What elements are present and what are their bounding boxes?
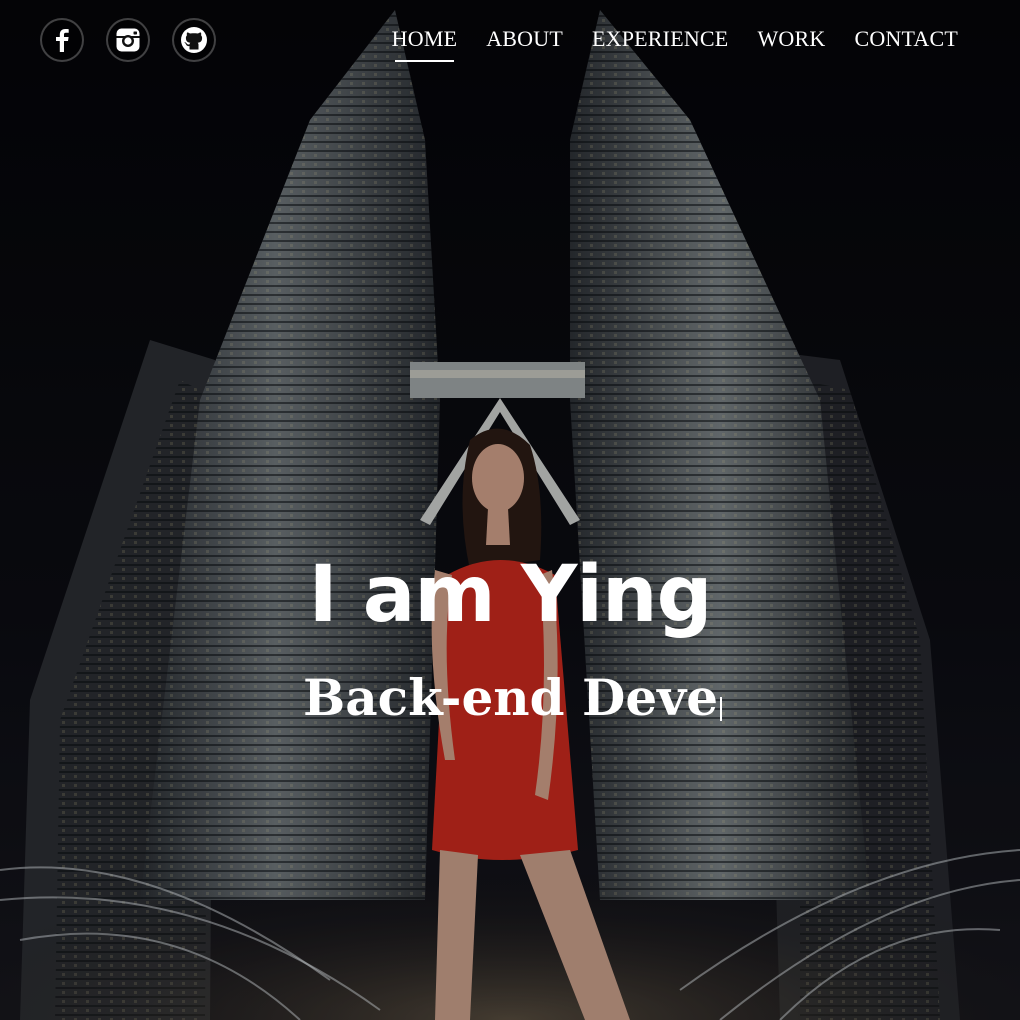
instagram-button[interactable] (106, 18, 150, 62)
social-links (40, 18, 216, 62)
nav-work[interactable]: WORK (757, 26, 825, 52)
hero-headline: I am Ying (308, 550, 713, 640)
typing-cursor (720, 697, 723, 721)
nav-experience[interactable]: EXPERIENCE (592, 26, 728, 52)
nav-home[interactable]: HOME (392, 26, 458, 62)
dark-overlay (0, 0, 1020, 1020)
hero-typed-role: Back-end Deve (303, 668, 723, 727)
instagram-icon (116, 28, 140, 52)
typed-text: Back-end Deve (303, 668, 719, 727)
hero-section (0, 0, 1020, 1020)
github-icon (181, 27, 207, 53)
main-navigation: HOME ABOUT EXPERIENCE WORK CONTACT (392, 26, 958, 62)
nav-about[interactable]: ABOUT (486, 26, 563, 52)
facebook-icon (56, 29, 69, 52)
github-button[interactable] (172, 18, 216, 62)
nav-contact[interactable]: CONTACT (854, 26, 958, 52)
facebook-button[interactable] (40, 18, 84, 62)
